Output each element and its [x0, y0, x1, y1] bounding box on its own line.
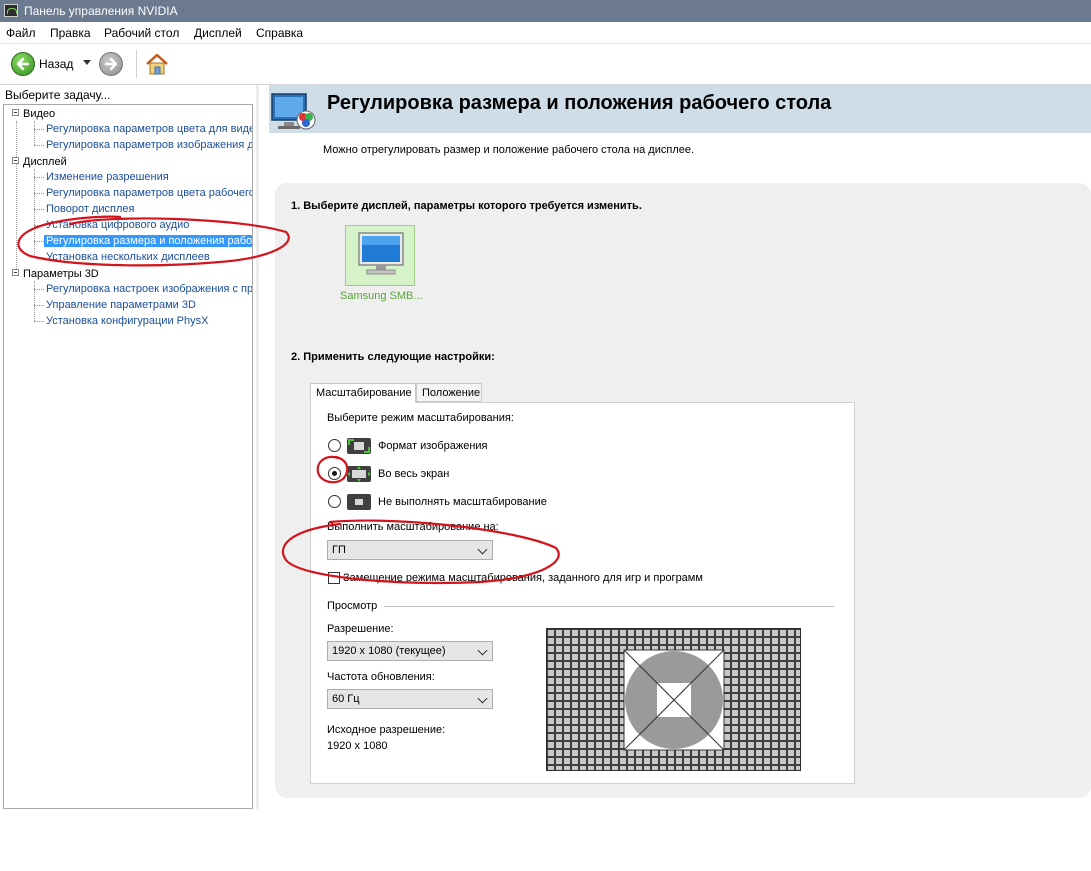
tree-item-rotate-display[interactable]: Поворот дисплея	[46, 203, 134, 215]
menu-display[interactable]: Дисплей	[194, 26, 242, 40]
tab-scaling[interactable]: Масштабирование	[310, 383, 416, 403]
collapse-icon[interactable]	[12, 157, 19, 164]
display-name: Samsung SMB...	[340, 290, 423, 302]
toolbar-separator	[136, 50, 137, 78]
perform-scaling-value: ГП	[332, 544, 346, 556]
collapse-icon[interactable]	[12, 269, 19, 276]
scaling-preview	[546, 628, 801, 771]
no-scaling-icon	[347, 494, 371, 510]
label-no-scaling[interactable]: Не выполнять масштабирование	[378, 496, 547, 508]
tree-item-physx[interactable]: Установка конфигурации PhysX	[46, 315, 208, 327]
refresh-rate-select[interactable]: 60 Гц	[327, 689, 493, 709]
page-title: Регулировка размера и положения рабочего…	[327, 92, 832, 114]
task-pane: Выберите задачу... Видео Регулировка пар…	[0, 85, 256, 809]
tree-line	[34, 321, 44, 322]
chevron-down-icon	[477, 645, 488, 656]
tree-item-3d-settings[interactable]: Управление параметрами 3D	[46, 299, 196, 311]
menu-file[interactable]: Файл	[6, 26, 36, 40]
menu-desktop[interactable]: Рабочий стол	[104, 26, 179, 40]
radio-aspect-ratio[interactable]	[328, 439, 341, 452]
tree-item-3d-preview[interactable]: Регулировка настроек изображения с просм…	[46, 283, 252, 295]
back-arrow-icon	[16, 57, 30, 71]
step2-heading: 2. Применить следующие настройки:	[291, 351, 495, 363]
tab-position[interactable]: Положение	[416, 383, 482, 402]
resolution-select[interactable]: 1920 x 1080 (текущее)	[327, 641, 493, 661]
override-scaling-label[interactable]: Замещение режима масштабирования, заданн…	[343, 572, 703, 584]
tree-line	[34, 289, 44, 290]
tree-item-video-color[interactable]: Регулировка параметров цвета для видео	[46, 123, 252, 135]
tree-line	[16, 121, 17, 271]
tree-line	[34, 129, 44, 130]
tree-item-video-image[interactable]: Регулировка параметров изображения для в…	[46, 139, 252, 151]
step1-heading: 1. Выберите дисплей, параметры которого …	[291, 200, 642, 212]
tree-item-desktop-color[interactable]: Регулировка параметров цвета рабочего ст…	[46, 187, 252, 199]
tree-item-multiple-displays[interactable]: Установка нескольких дисплеев	[46, 251, 210, 263]
refresh-rate-value: 60 Гц	[332, 693, 360, 705]
task-tree: Видео Регулировка параметров цвета для в…	[3, 104, 253, 809]
tree-line	[34, 145, 44, 146]
chevron-down-icon	[477, 544, 488, 555]
display-selector[interactable]	[345, 225, 415, 286]
nvidia-app-icon	[4, 4, 18, 17]
desktop-size-icon	[270, 92, 322, 134]
tree-group-label: Дисплей	[23, 156, 67, 168]
preview-divider	[384, 606, 834, 607]
refresh-rate-label: Частота обновления:	[327, 671, 435, 683]
radio-full-screen[interactable]	[328, 467, 341, 480]
tree-group-3d[interactable]: Параметры 3D	[12, 268, 99, 280]
tree-line	[34, 281, 35, 321]
dropdown-caret-icon[interactable]	[83, 60, 91, 65]
toolbar: Назад	[0, 44, 1091, 85]
tree-group-display[interactable]: Дисплей	[12, 156, 67, 168]
forward-arrow-icon	[104, 57, 118, 71]
back-button[interactable]	[11, 52, 35, 76]
preview-section-label: Просмотр	[327, 600, 378, 612]
tree-item-change-resolution[interactable]: Изменение разрешения	[46, 171, 169, 183]
task-pane-header: Выберите задачу...	[5, 88, 111, 102]
label-full-screen[interactable]: Во весь экран	[378, 468, 449, 480]
tree-item-size-position[interactable]: Регулировка размера и положения рабочего…	[44, 235, 252, 247]
resolution-label: Разрешение:	[327, 623, 394, 635]
native-resolution-label: Исходное разрешение:	[327, 724, 446, 736]
tree-group-video[interactable]: Видео	[12, 108, 55, 120]
tree-line	[34, 169, 35, 257]
tree-item-digital-audio[interactable]: Установка цифрового аудио	[46, 219, 189, 231]
perform-scaling-label: Выполнить масштабирование на:	[327, 521, 499, 533]
scaling-mode-prompt: Выберите режим масштабирования:	[327, 412, 514, 424]
menu-edit[interactable]: Правка	[50, 26, 91, 40]
tree-line	[34, 177, 44, 178]
title-bar: Панель управления NVIDIA	[0, 0, 1091, 22]
back-label[interactable]: Назад	[39, 57, 73, 71]
aspect-ratio-icon	[347, 438, 371, 454]
collapse-icon[interactable]	[12, 109, 19, 116]
resolution-value: 1920 x 1080 (текущее)	[332, 645, 446, 657]
native-resolution-value: 1920 x 1080	[327, 740, 388, 752]
forward-button[interactable]	[99, 52, 123, 76]
page-description: Можно отрегулировать размер и положение …	[323, 144, 695, 156]
override-scaling-checkbox[interactable]	[328, 572, 340, 584]
tree-line	[34, 225, 44, 226]
tree-line	[34, 121, 35, 145]
label-aspect-ratio[interactable]: Формат изображения	[378, 440, 488, 452]
chevron-down-icon	[477, 693, 488, 704]
window-title: Панель управления NVIDIA	[24, 4, 178, 18]
tree-group-label: Параметры 3D	[23, 268, 99, 280]
tree-line	[34, 209, 44, 210]
menu-bar: Файл Правка Рабочий стол Дисплей Справка	[0, 22, 1091, 44]
tree-group-label: Видео	[23, 108, 56, 120]
monitor-icon	[358, 232, 404, 275]
full-screen-icon	[347, 466, 371, 482]
tree-line	[34, 257, 44, 258]
radio-no-scaling[interactable]	[328, 495, 341, 508]
home-button[interactable]	[144, 51, 170, 77]
perform-scaling-select[interactable]: ГП	[327, 540, 493, 560]
menu-help[interactable]: Справка	[256, 26, 303, 40]
tree-line	[34, 305, 44, 306]
home-icon	[146, 53, 168, 75]
tree-line	[34, 193, 44, 194]
tree-line	[34, 241, 44, 242]
